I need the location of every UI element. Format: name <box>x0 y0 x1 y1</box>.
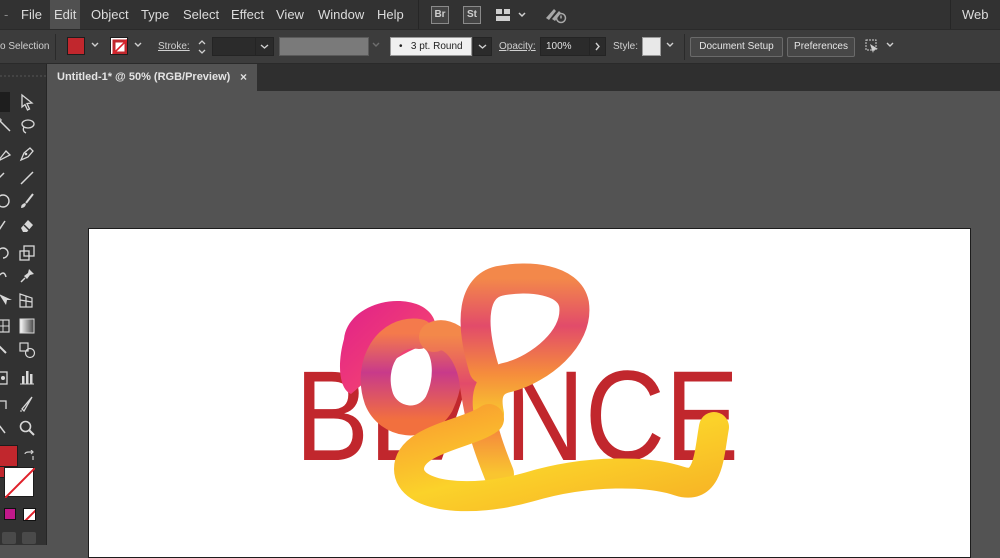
puppet-warp-tool[interactable] <box>18 267 36 285</box>
menu-file[interactable]: File <box>17 0 46 29</box>
width-tool[interactable] <box>0 267 14 285</box>
document-tab-title: Untitled-1* @ 50% (RGB/Preview) <box>57 71 231 83</box>
stroke-weight-field[interactable] <box>212 37 256 56</box>
perspective-grid-tool[interactable] <box>18 291 36 309</box>
brush-dropdown[interactable] <box>473 37 492 56</box>
mesh-tool[interactable] <box>0 317 12 335</box>
brush-dot-icon: • <box>399 41 403 52</box>
variable-width-profile[interactable] <box>279 37 369 56</box>
blend-tool[interactable] <box>18 341 36 359</box>
selection-label: o Selection <box>0 41 50 52</box>
stroke-weight-dropdown[interactable] <box>255 37 274 56</box>
document-tab[interactable]: Untitled-1* @ 50% (RGB/Preview) × <box>47 64 257 91</box>
app-menu-edge: - <box>4 7 9 22</box>
divider <box>684 34 685 60</box>
chevron-down-icon[interactable] <box>133 40 143 50</box>
divider <box>55 34 56 60</box>
style-label: Style: <box>613 41 639 52</box>
chevron-down-icon[interactable] <box>885 40 895 50</box>
slice-tool[interactable] <box>18 395 36 413</box>
menu-window[interactable]: Window <box>314 0 368 29</box>
artwork-canvas: BLANCE <box>295 263 739 512</box>
menu-effect[interactable]: Effect <box>227 0 268 29</box>
opacity-field[interactable]: 100% <box>540 37 590 56</box>
type-tool[interactable] <box>0 169 14 187</box>
close-icon[interactable]: × <box>240 64 247 91</box>
eraser-tool[interactable] <box>18 216 36 234</box>
menu-view[interactable]: View <box>272 0 308 29</box>
chevron-down-icon[interactable] <box>371 40 381 50</box>
toolbar-grip <box>0 66 46 77</box>
brush-definition-field[interactable]: • 3 pt. Round <box>390 37 472 56</box>
symbol-sprayer-tool[interactable] <box>0 368 12 386</box>
eyedropper-tool[interactable] <box>0 341 14 359</box>
drawing-mode-button[interactable] <box>2 532 16 544</box>
lasso-tool[interactable] <box>18 117 36 135</box>
selection-tool[interactable] <box>0 92 10 112</box>
document-tab-bar: Untitled-1* @ 50% (RGB/Preview) × <box>47 64 1000 91</box>
menu-bar: - File Edit Object Type Select Effect Vi… <box>0 0 1000 30</box>
stroke-color-box[interactable] <box>4 467 36 499</box>
menu-divider <box>418 0 419 29</box>
menu-help[interactable]: Help <box>373 0 408 29</box>
shaper-tool[interactable] <box>0 216 14 234</box>
graphic-style-swatch[interactable] <box>642 37 661 56</box>
zoom-tool[interactable] <box>18 419 36 437</box>
ellipse-tool[interactable] <box>0 192 12 210</box>
chevron-down-icon[interactable] <box>90 40 100 50</box>
stroke-label: Stroke: <box>158 41 190 52</box>
document-setup-button[interactable]: Document Setup <box>690 37 783 57</box>
direct-selection-tool[interactable] <box>18 93 36 111</box>
chevron-down-icon[interactable] <box>665 40 675 50</box>
screen-mode-button[interactable] <box>22 532 36 544</box>
menu-object[interactable]: Object <box>87 0 133 29</box>
artboard-tool[interactable] <box>0 395 14 413</box>
control-bar: o Selection Stroke: • 3 pt. Round Opacit… <box>0 30 1000 64</box>
pen-tool[interactable] <box>0 145 14 163</box>
stroke-swatch[interactable] <box>110 37 128 55</box>
bridge-icon[interactable]: Br <box>431 6 449 24</box>
color-mode-button[interactable] <box>4 508 16 520</box>
gpu-performance-icon[interactable] <box>544 6 568 29</box>
workspace-switcher[interactable]: Web <box>958 0 993 29</box>
scale-tool[interactable] <box>18 244 36 262</box>
none-mode-button[interactable] <box>23 508 36 521</box>
opacity-label: Opacity: <box>499 41 536 52</box>
paintbrush-tool[interactable] <box>18 192 36 210</box>
gradient-tool[interactable] <box>18 317 36 335</box>
fill-swatch[interactable] <box>67 37 85 55</box>
menu-divider-right <box>950 0 951 29</box>
menu-edit[interactable]: Edit <box>50 0 81 29</box>
magic-wand-tool[interactable] <box>0 117 14 135</box>
column-graph-tool[interactable] <box>18 368 36 386</box>
fill-color-front[interactable] <box>0 445 18 467</box>
arrange-documents-icon[interactable] <box>495 8 527 27</box>
brush-value: 3 pt. Round <box>410 41 463 52</box>
shape-builder-tool[interactable] <box>0 291 14 309</box>
line-segment-tool[interactable] <box>18 169 36 187</box>
preferences-button[interactable]: Preferences <box>787 37 855 57</box>
opacity-expand[interactable] <box>589 37 606 56</box>
align-selection-icon[interactable] <box>862 37 882 60</box>
menu-select[interactable]: Select <box>179 0 223 29</box>
curvature-tool[interactable] <box>18 145 36 163</box>
menu-type[interactable]: Type <box>137 0 173 29</box>
stroke-weight-stepper[interactable] <box>197 38 207 56</box>
hand-tool[interactable] <box>0 419 14 437</box>
stock-icon[interactable]: St <box>463 6 481 24</box>
tools-panel <box>0 64 47 545</box>
swap-fill-stroke-icon[interactable] <box>23 449 35 467</box>
rotate-tool[interactable] <box>0 244 12 262</box>
artboard[interactable]: BLANCE <box>88 228 971 558</box>
